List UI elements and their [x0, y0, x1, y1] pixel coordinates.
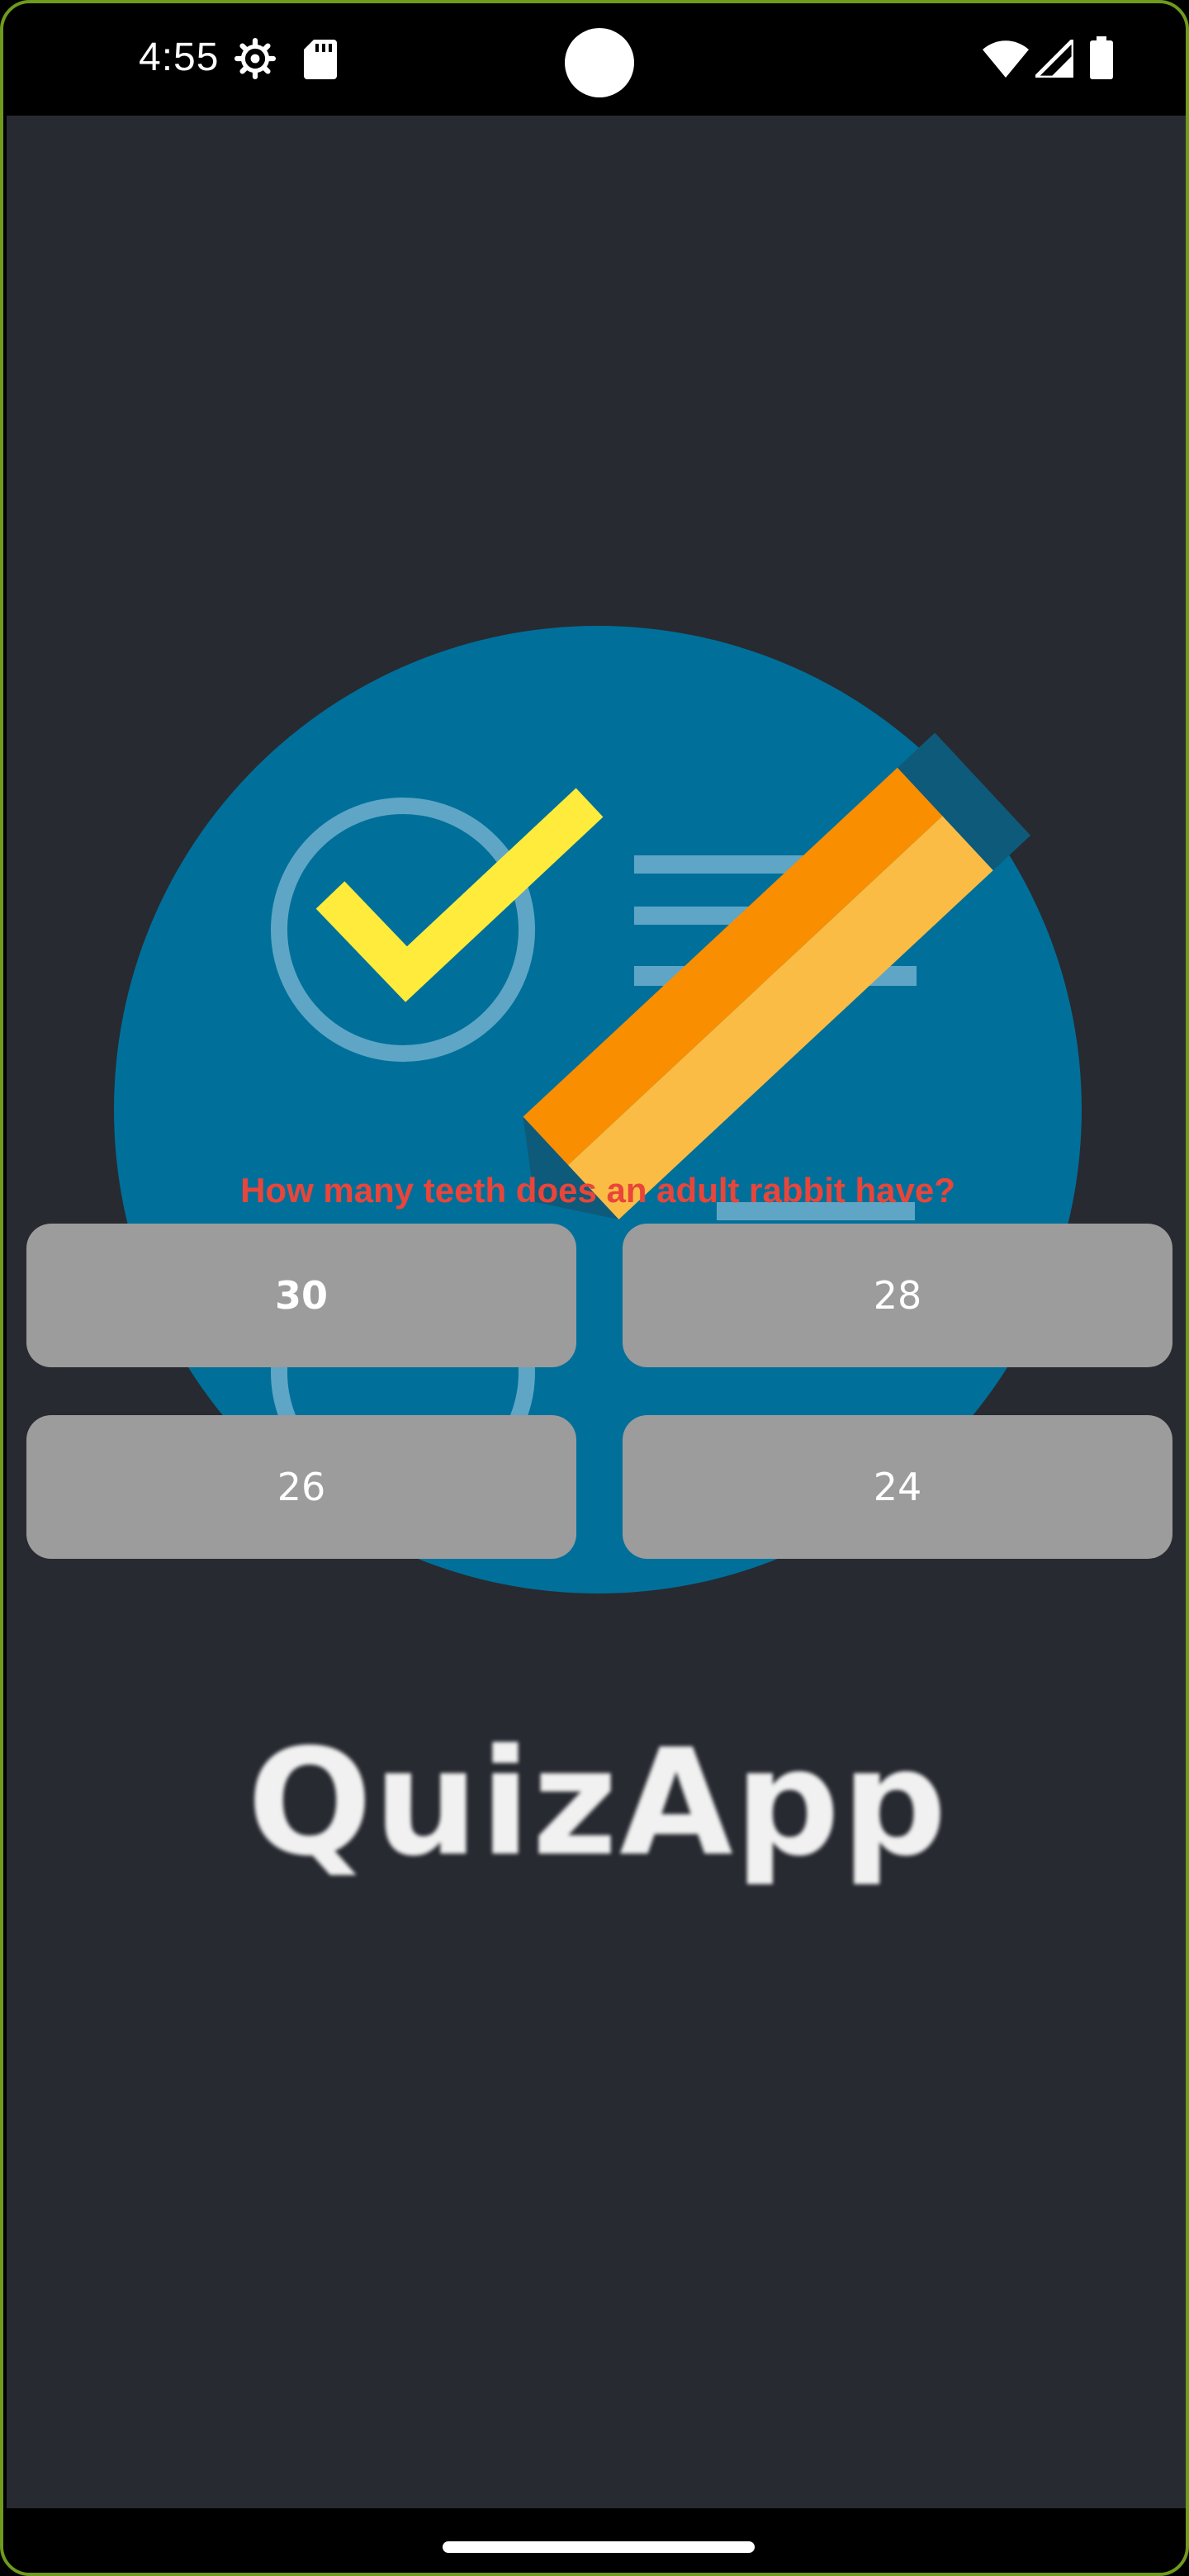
device-frame: 4:55 How many teeth does an adult rabbit…	[0, 0, 1189, 2576]
quiz-screen: How many teeth does an adult rabbit have…	[7, 116, 1186, 2508]
status-time: 4:55	[139, 36, 220, 79]
front-camera	[565, 28, 634, 97]
answer-button-3[interactable]: 26	[26, 1415, 576, 1559]
answer-button-1[interactable]: 30	[26, 1224, 576, 1367]
answer-button-4[interactable]: 24	[623, 1415, 1172, 1559]
question-text: How many teeth does an adult rabbit have…	[240, 1171, 955, 1210]
settings-gear-icon	[234, 38, 276, 79]
app-brand-logo: QuizApp	[247, 1717, 949, 1888]
sd-card-icon	[304, 40, 337, 79]
status-bar: 4:55	[3, 3, 1186, 116]
navigation-bar	[3, 2508, 1186, 2573]
home-gesture-handle[interactable]	[443, 2541, 755, 2553]
cell-signal-icon	[1035, 40, 1073, 78]
wifi-icon	[983, 40, 1029, 78]
answer-button-2[interactable]: 28	[623, 1224, 1172, 1367]
battery-icon	[1090, 36, 1113, 79]
